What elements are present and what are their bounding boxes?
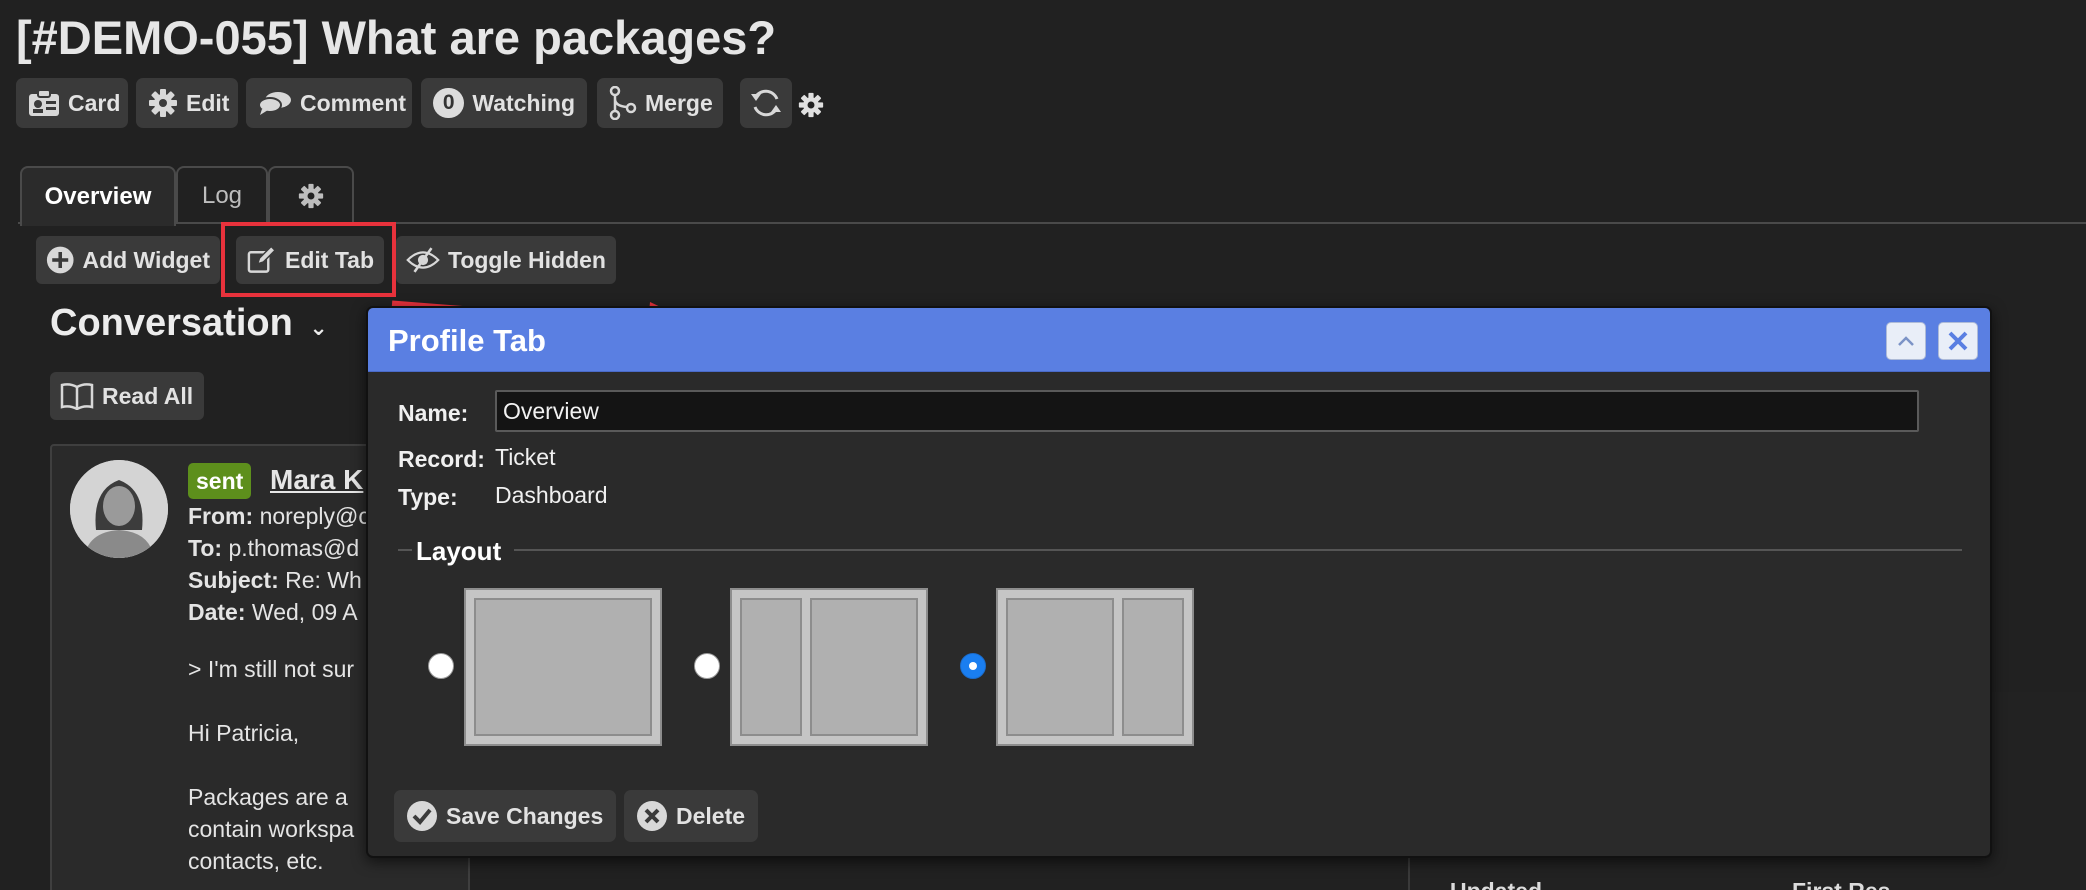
dialog-header[interactable]: Profile Tab bbox=[368, 308, 1990, 372]
edit-square-icon bbox=[247, 245, 277, 273]
tab-settings[interactable] bbox=[268, 166, 354, 224]
delete-label: Delete bbox=[676, 802, 746, 829]
chevron-up-icon bbox=[1898, 336, 1914, 346]
layout-radio-narrow-right[interactable] bbox=[960, 653, 986, 679]
layout-column bbox=[740, 598, 802, 736]
layout-preview-single-column[interactable] bbox=[464, 588, 662, 746]
layout-column bbox=[1122, 598, 1184, 736]
record-value: Ticket bbox=[495, 444, 556, 470]
tab-overview-label: Overview bbox=[44, 183, 152, 210]
name-input[interactable] bbox=[495, 390, 1919, 432]
fieldset-border bbox=[398, 549, 412, 551]
message-body-line: Packages are a bbox=[188, 784, 348, 810]
subject-line: Subject: Re: Wh bbox=[188, 567, 362, 594]
message-body-line: contacts, etc. bbox=[188, 848, 324, 874]
comment-icon bbox=[258, 92, 291, 115]
fieldset-border bbox=[514, 549, 1962, 551]
record-label: Record: bbox=[398, 446, 485, 472]
save-changes-button[interactable]: Save Changes bbox=[394, 790, 616, 842]
to-line: To: p.thomas@d bbox=[188, 535, 359, 562]
date-line: Date: Wed, 09 A bbox=[188, 599, 358, 626]
merge-icon bbox=[609, 86, 637, 120]
check-circle-icon bbox=[407, 801, 437, 831]
to-label: To: bbox=[188, 535, 223, 561]
tab-log[interactable]: Log bbox=[176, 166, 268, 224]
message-body-line: contain workspa bbox=[188, 816, 355, 842]
layout-column bbox=[810, 598, 918, 736]
updated-label: Updated bbox=[1450, 878, 1542, 890]
card-icon bbox=[29, 89, 59, 116]
subject-value: Re: Wh bbox=[285, 567, 362, 593]
conversation-title[interactable]: Conversation ⌄ bbox=[50, 302, 328, 345]
sender-name-link[interactable]: Mara K bbox=[270, 464, 363, 496]
card-button-label: Card bbox=[68, 89, 121, 116]
tab-overview[interactable]: Overview bbox=[20, 166, 176, 226]
layout-column bbox=[474, 598, 652, 736]
avatar-silhouette-icon bbox=[70, 460, 168, 558]
from-label: From: bbox=[188, 503, 254, 529]
card-button[interactable]: Card bbox=[16, 78, 128, 128]
type-label: Type: bbox=[398, 484, 458, 510]
date-value: Wed, 09 A bbox=[251, 599, 358, 625]
plus-circle-icon bbox=[46, 246, 74, 274]
first-response-label: First Res bbox=[1792, 878, 1890, 890]
edit-button[interactable]: Edit bbox=[136, 78, 238, 128]
merge-button[interactable]: Merge bbox=[597, 78, 723, 128]
edit-tab-label: Edit Tab bbox=[284, 246, 374, 273]
add-widget-label: Add Widget bbox=[82, 246, 210, 273]
from-line: From: noreply@c bbox=[188, 503, 370, 530]
gear-icon bbox=[149, 89, 177, 117]
watcher-count-badge: 0 bbox=[433, 88, 465, 118]
watching-button-label: Watching bbox=[472, 89, 575, 116]
comment-button[interactable]: Comment bbox=[246, 78, 412, 128]
message-body-line: Hi Patricia, bbox=[188, 720, 300, 746]
avatar[interactable] bbox=[70, 460, 168, 558]
save-changes-label: Save Changes bbox=[446, 802, 604, 829]
layout-preview-narrow-right[interactable] bbox=[996, 588, 1194, 746]
to-value: p.thomas@d bbox=[228, 535, 360, 561]
layout-preview-narrow-left[interactable] bbox=[730, 588, 928, 746]
comment-button-label: Comment bbox=[300, 89, 407, 116]
add-widget-button[interactable]: Add Widget bbox=[36, 236, 220, 284]
page-title: [#DEMO-055] What are packages? bbox=[16, 11, 777, 64]
profile-tab-dialog: Profile Tab Name: Record: Ticket Type: D… bbox=[366, 306, 1992, 858]
read-all-button[interactable]: Read All bbox=[50, 372, 204, 420]
from-value: noreply@c bbox=[259, 503, 370, 529]
layout-radio-single-column[interactable] bbox=[428, 653, 454, 679]
chevron-down-icon: ⌄ bbox=[309, 315, 328, 340]
status-badge: sent bbox=[188, 463, 252, 499]
message-body-line: > I'm still not sur bbox=[188, 656, 355, 682]
layout-column bbox=[1006, 598, 1114, 736]
read-all-label: Read All bbox=[102, 382, 194, 409]
layout-radio-narrow-left[interactable] bbox=[694, 653, 720, 679]
delete-button[interactable]: Delete bbox=[624, 790, 758, 842]
collapse-button[interactable] bbox=[1886, 322, 1926, 360]
subject-label: Subject: bbox=[188, 567, 279, 593]
date-label: Date: bbox=[188, 599, 246, 625]
dialog-title: Profile Tab bbox=[388, 323, 546, 358]
tab-log-label: Log bbox=[201, 182, 243, 209]
refresh-button[interactable] bbox=[740, 78, 792, 128]
gear-icon bbox=[298, 183, 324, 209]
watching-button[interactable]: 0 Watching bbox=[421, 78, 587, 128]
layout-legend: Layout bbox=[416, 536, 502, 566]
delete-circle-icon bbox=[637, 801, 667, 831]
edit-button-label: Edit bbox=[186, 89, 230, 116]
close-icon bbox=[1948, 331, 1968, 351]
refresh-icon bbox=[751, 89, 781, 117]
settings-gear-icon[interactable] bbox=[798, 92, 824, 118]
edit-tab-button[interactable]: Edit Tab bbox=[236, 236, 384, 284]
close-button[interactable] bbox=[1938, 322, 1978, 360]
conversation-title-text: Conversation bbox=[50, 302, 293, 344]
merge-button-label: Merge bbox=[645, 89, 713, 116]
book-icon bbox=[60, 383, 94, 410]
type-value: Dashboard bbox=[495, 482, 608, 508]
name-label: Name: bbox=[398, 400, 469, 426]
